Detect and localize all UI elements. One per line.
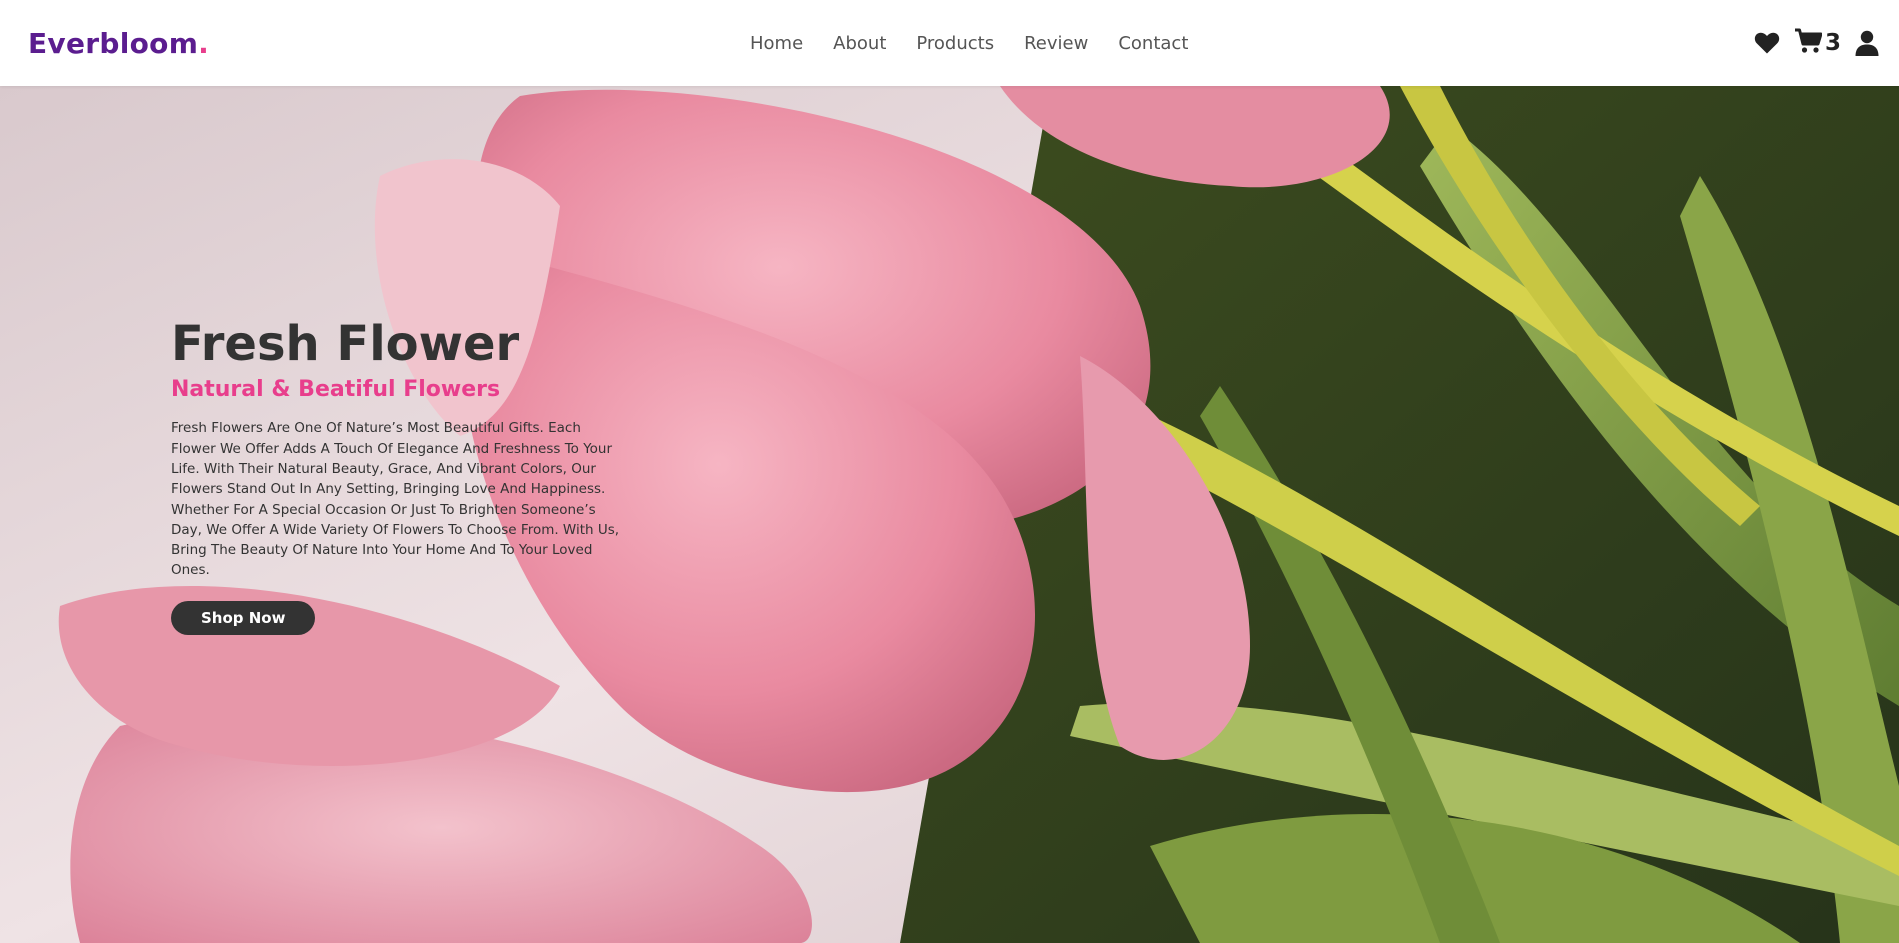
cart-button[interactable]: 3 bbox=[1794, 28, 1841, 58]
hero-subtitle: Natural & Beatiful Flowers bbox=[171, 377, 501, 403]
hero-description: Fresh Flowers Are One Of Nature’s Most B… bbox=[171, 420, 620, 579]
nav-about[interactable]: About bbox=[833, 33, 886, 54]
cart-icon bbox=[1794, 28, 1823, 58]
user-icon[interactable] bbox=[1855, 30, 1879, 56]
main-nav: Home About Products Review Contact bbox=[750, 0, 1218, 86]
shop-now-button[interactable]: Shop Now bbox=[171, 600, 316, 635]
hero-content: Fresh Flower Natural & Beatiful Flowers … bbox=[171, 319, 631, 635]
brand-logo[interactable]: Everbloom. bbox=[28, 27, 209, 60]
header-icons: 3 bbox=[1754, 0, 1879, 86]
cart-count-badge: 3 bbox=[1824, 30, 1841, 56]
heart-icon[interactable] bbox=[1754, 31, 1780, 55]
nav-products[interactable]: Products bbox=[916, 33, 994, 54]
nav-contact[interactable]: Contact bbox=[1118, 33, 1188, 54]
brand-name: Everbloom bbox=[28, 26, 199, 60]
brand-dot: . bbox=[198, 26, 210, 60]
site-header: Everbloom. Home About Products Review Co… bbox=[0, 0, 1899, 86]
nav-home[interactable]: Home bbox=[750, 33, 803, 54]
hero-title: Fresh Flower bbox=[171, 316, 520, 372]
nav-review[interactable]: Review bbox=[1024, 33, 1088, 54]
hero-section: Fresh Flower Natural & Beatiful Flowers … bbox=[0, 86, 1899, 943]
